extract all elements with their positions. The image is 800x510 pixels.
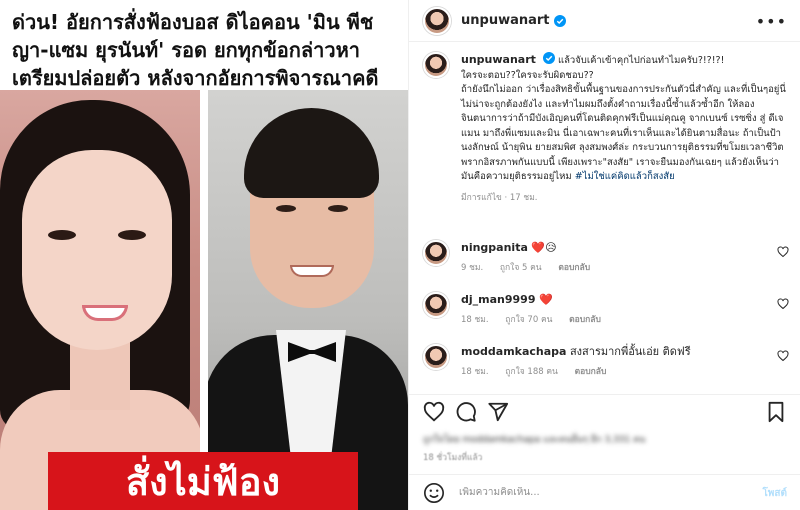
comment-like-heart-icon[interactable]: [777, 298, 789, 310]
woman-left-eye: [48, 230, 76, 240]
bookmark-icon[interactable]: [765, 401, 787, 423]
author-avatar[interactable]: [423, 6, 451, 35]
post-media: ด่วน! อัยการสั่งฟ้องบอส ดิไอคอน 'มิน พีช…: [0, 0, 408, 510]
post-header: unpuwanart •••: [409, 0, 800, 42]
woman-photo: [0, 90, 204, 510]
comment-likes[interactable]: ถูกใจ 5 คน: [500, 263, 542, 273]
woman-neck: [70, 340, 130, 410]
comment-item: ningpanita ❤️😥 9 ชม. ถูกใจ 5 คน ตอบกลับ: [423, 240, 789, 276]
likes-summary[interactable]: ถูกใจโดย moddamkachapa และคนอื่นๆ อีก 3,…: [423, 432, 783, 448]
commenter-avatar[interactable]: [423, 292, 449, 318]
comment-username[interactable]: moddamkachapa: [461, 345, 566, 358]
comment-meta: 18 ชม. ถูกใจ 70 คน ตอบกลับ: [461, 313, 761, 328]
comment-icon[interactable]: [455, 401, 477, 423]
caption-meta: มีการแก้ไข · 17 ชม.: [461, 192, 538, 203]
comment-body: dj_man9999 ❤️ 18 ชม. ถูกใจ 70 คน ตอบกลับ: [461, 292, 761, 328]
comment-username[interactable]: dj_man9999: [461, 293, 535, 306]
reply-button[interactable]: ตอบกลับ: [569, 315, 601, 325]
emoji-icon[interactable]: [423, 482, 445, 504]
heart-icon[interactable]: [423, 401, 445, 423]
comment-likes[interactable]: ถูกใจ 188 คน: [505, 367, 558, 377]
caption-username[interactable]: unpuwanart: [461, 53, 536, 66]
comment-input[interactable]: [459, 487, 739, 498]
comment-username[interactable]: ningpanita: [461, 241, 528, 254]
man-left-eye: [276, 205, 296, 212]
caption-line-3: ถ้ายังนึกไม่ออก ว่าเรื่องสิทธิขั้นพื้นฐา…: [461, 84, 786, 182]
post-timestamp: 18 ชั่วโมงที่แล้ว: [423, 453, 483, 463]
verified-badge-icon: [542, 52, 555, 64]
action-bar: [409, 394, 800, 424]
reply-button[interactable]: ตอบกลับ: [575, 367, 607, 377]
caption-author-avatar[interactable]: [423, 52, 449, 78]
comment-like-heart-icon[interactable]: [777, 350, 789, 362]
man-right-eye: [328, 205, 348, 212]
caption-line-1: แล้วจับเค้าเข้าคุกไปก่อนทำไมครับ?!?!?!: [557, 55, 725, 66]
verified-badge-icon: [553, 14, 566, 27]
author-username[interactable]: unpuwanart: [461, 13, 550, 28]
woman-right-eye: [118, 230, 146, 240]
reply-button[interactable]: ตอบกลับ: [558, 263, 590, 273]
comment-time: 18 ชม.: [461, 315, 489, 325]
man-photo: [204, 90, 408, 510]
caption-hashtag[interactable]: #ไม่ใช่แค่คิดแล้วก็สงสัย: [575, 171, 675, 182]
comment-text: สงสารมากพี่อั้นเอ่ย ติดฟรี: [569, 345, 691, 358]
comment-text: ❤️: [538, 293, 553, 306]
caption-line-2: ใครจะตอบ??ใครจะรับผิดชอบ??: [461, 69, 594, 81]
post-sidebar: unpuwanart ••• unpuwanart แล้วจับเค้าเข้…: [408, 0, 800, 510]
post-comment-button[interactable]: โพสต์: [762, 486, 787, 501]
comment-like-heart-icon[interactable]: [777, 246, 789, 258]
man-smile: [290, 265, 334, 277]
post-caption: unpuwanart แล้วจับเค้าเข้าคุกไปก่อนทำไมค…: [423, 52, 789, 205]
comment-body: ningpanita ❤️😥 9 ชม. ถูกใจ 5 คน ตอบกลับ: [461, 240, 761, 276]
commenter-avatar[interactable]: [423, 344, 449, 370]
more-options-icon[interactable]: •••: [756, 12, 787, 31]
comment-item: moddamkachapa สงสารมากพี่อั้นเอ่ย ติดฟรี…: [423, 344, 789, 380]
comment-meta: 18 ชม. ถูกใจ 188 คน ตอบกลับ: [461, 365, 761, 380]
comment-body: moddamkachapa สงสารมากพี่อั้นเอ่ย ติดฟรี…: [461, 344, 761, 380]
send-icon[interactable]: [487, 401, 509, 423]
man-hair: [244, 108, 379, 198]
comment-time: 9 ชม.: [461, 263, 484, 273]
headline-banner: สั่งไม่ฟ้อง: [48, 452, 358, 510]
banner-text: สั่งไม่ฟ้อง: [125, 459, 281, 504]
photo-divider: [200, 90, 208, 510]
caption-body: unpuwanart แล้วจับเค้าเข้าคุกไปก่อนทำไมค…: [461, 52, 787, 205]
comment-item: dj_man9999 ❤️ 18 ชม. ถูกใจ 70 คน ตอบกลับ: [423, 292, 789, 328]
comment-likes[interactable]: ถูกใจ 70 คน: [505, 315, 552, 325]
comment-meta: 9 ชม. ถูกใจ 5 คน ตอบกลับ: [461, 261, 761, 276]
comment-text: ❤️😥: [531, 241, 557, 254]
add-comment-bar: โพสต์: [409, 474, 800, 510]
comment-time: 18 ชม.: [461, 367, 489, 377]
commenter-avatar[interactable]: [423, 240, 449, 266]
post-headline: ด่วน! อัยการสั่งฟ้องบอส ดิไอคอน 'มิน พีช…: [12, 10, 379, 90]
